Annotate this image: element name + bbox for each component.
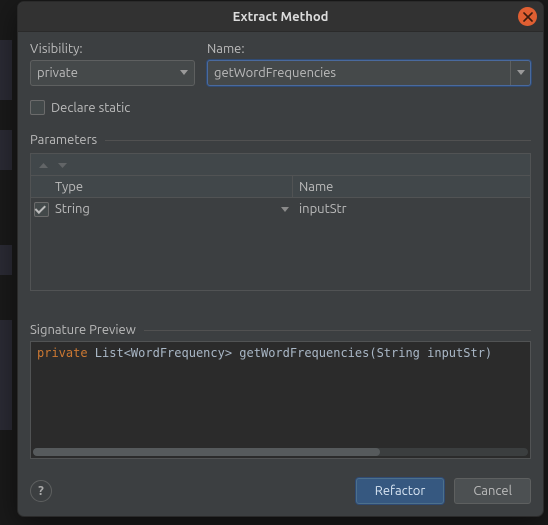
visibility-combo[interactable]: private bbox=[30, 60, 195, 86]
visibility-value: private bbox=[37, 66, 78, 80]
signature-preview-label: Signature Preview bbox=[30, 323, 136, 337]
chevron-down-icon bbox=[517, 70, 525, 76]
parameters-toolbar bbox=[31, 154, 530, 176]
param-name: inputStr bbox=[293, 202, 530, 216]
name-history-button[interactable] bbox=[510, 61, 530, 85]
refactor-button[interactable]: Refactor bbox=[356, 478, 445, 504]
parameters-table: Type Name String inputStr bbox=[30, 153, 531, 291]
move-down-button[interactable] bbox=[58, 158, 67, 172]
close-button[interactable] bbox=[518, 7, 537, 26]
help-button[interactable]: ? bbox=[30, 480, 52, 502]
signature-rest: List<WordFrequency> getWordFrequencies(S… bbox=[88, 346, 493, 360]
name-input[interactable] bbox=[208, 61, 510, 85]
move-up-button[interactable] bbox=[39, 158, 48, 172]
visibility-label: Visibility: bbox=[30, 42, 195, 56]
declare-static-checkbox[interactable]: Declare static bbox=[30, 100, 531, 115]
chevron-up-icon bbox=[39, 163, 48, 169]
cancel-button[interactable]: Cancel bbox=[454, 478, 531, 504]
checkbox-icon bbox=[30, 100, 45, 115]
parameters-label: Parameters bbox=[30, 133, 97, 147]
divider bbox=[144, 330, 531, 331]
parameters-header: Type Name bbox=[31, 176, 530, 198]
chevron-down-icon bbox=[58, 163, 67, 169]
name-label: Name: bbox=[207, 42, 531, 56]
extract-method-dialog: Extract Method Visibility: private Name: bbox=[17, 1, 544, 517]
dialog-title: Extract Method bbox=[233, 10, 329, 24]
signature-keyword: private bbox=[37, 346, 88, 360]
param-type: String bbox=[55, 202, 90, 216]
titlebar: Extract Method bbox=[18, 2, 543, 32]
chevron-down-icon bbox=[180, 70, 188, 76]
name-field-wrap bbox=[207, 60, 531, 86]
divider bbox=[105, 140, 531, 141]
column-type[interactable]: Type bbox=[51, 176, 293, 197]
dialog-footer: ? Refactor Cancel bbox=[18, 468, 543, 516]
param-enabled-checkbox[interactable] bbox=[34, 202, 49, 217]
column-name[interactable]: Name bbox=[293, 180, 530, 194]
signature-preview: private List<WordFrequency> getWordFrequ… bbox=[30, 341, 531, 459]
chevron-down-icon bbox=[281, 202, 289, 216]
declare-static-label: Declare static bbox=[51, 101, 130, 115]
close-icon bbox=[523, 12, 533, 22]
horizontal-scrollbar[interactable] bbox=[33, 448, 528, 456]
table-row[interactable]: String inputStr bbox=[31, 198, 530, 220]
